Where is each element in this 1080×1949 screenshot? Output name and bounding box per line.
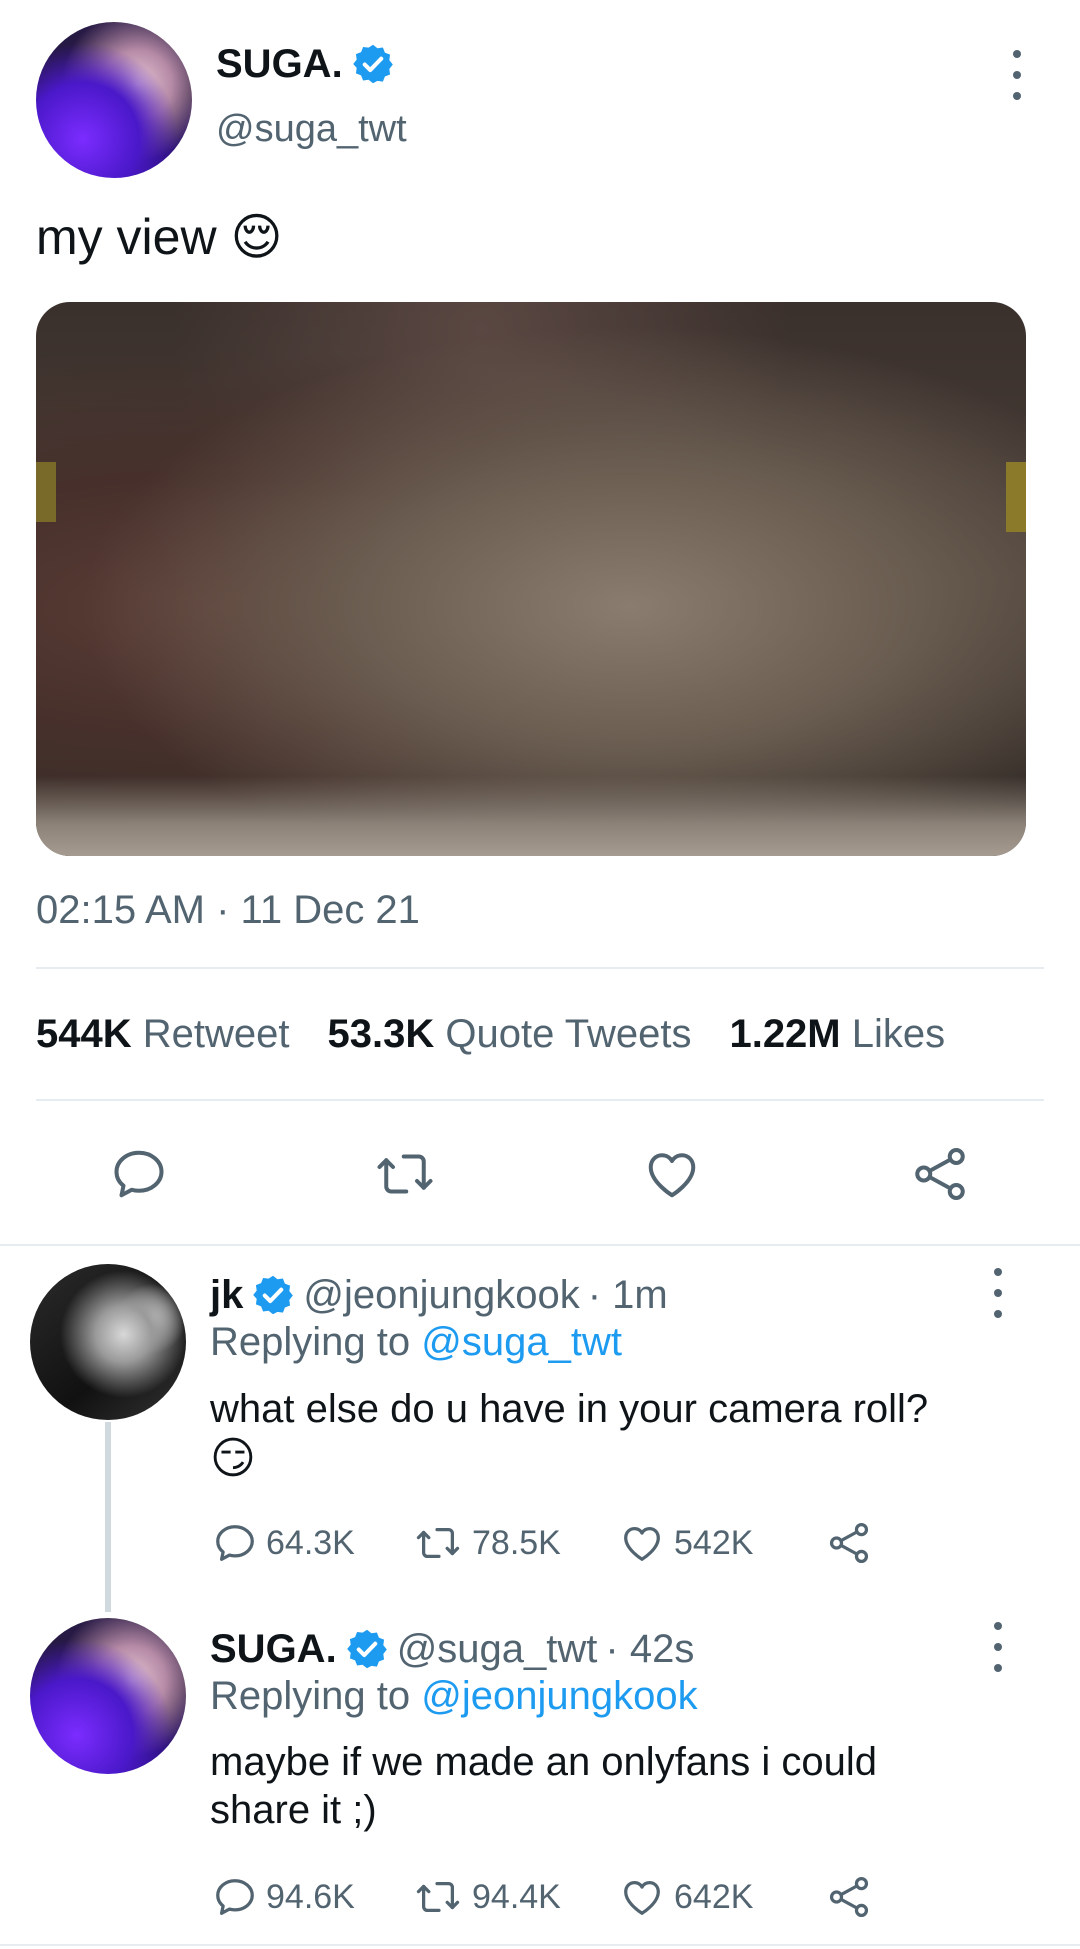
thread-connector-line <box>105 1422 111 1612</box>
reply-count-button[interactable]: 64.3K <box>212 1520 355 1566</box>
replying-to-handle[interactable]: @suga_twt <box>421 1320 622 1364</box>
reply-text-line: 😏 <box>210 1434 256 1483</box>
retweet-count: 94.4K <box>472 1877 561 1916</box>
retweet-count: 544K <box>36 1012 132 1056</box>
reply-avatar-jk[interactable] <box>30 1264 186 1420</box>
reply-time[interactable]: · 1m <box>588 1273 668 1318</box>
like-icon <box>624 1526 660 1561</box>
retweet-count-button[interactable]: 78.5K <box>412 1520 561 1566</box>
retweet-icon <box>416 1527 460 1559</box>
verified-badge-icon <box>352 44 393 84</box>
retweet-count: 78.5K <box>472 1523 561 1562</box>
retweet-stat[interactable]: 544K Retweet <box>36 1012 290 1057</box>
author-name[interactable]: SUGA. <box>216 42 343 87</box>
thread-divider <box>0 1244 1080 1246</box>
divider <box>36 967 1044 969</box>
replying-to-label: Replying to <box>210 1674 411 1718</box>
like-button[interactable] <box>640 1144 704 1204</box>
retweet-button[interactable] <box>372 1144 438 1204</box>
like-count-button[interactable]: 542K <box>618 1520 753 1566</box>
quote-stat[interactable]: 53.3K Quote Tweets <box>328 1012 692 1057</box>
replying-to-line: Replying to @suga_twt <box>210 1320 622 1365</box>
author-name-row[interactable]: SUGA. <box>216 38 395 90</box>
reply-header: jk @jeonjungkook · 1m <box>210 1270 668 1320</box>
reply-author-name[interactable]: SUGA. <box>210 1627 337 1672</box>
reply-text: maybe if we made an onlyfans i could sha… <box>210 1738 877 1834</box>
more-options-icon[interactable] <box>978 1622 1018 1672</box>
tweet-timestamp[interactable]: 02:15 AM · 11 Dec 21 <box>36 888 420 933</box>
tweet-media-image[interactable] <box>36 302 1026 856</box>
likes-label: Likes <box>851 1012 946 1056</box>
like-count-button[interactable]: 642K <box>618 1874 753 1920</box>
reply-time[interactable]: · 42s <box>605 1627 694 1672</box>
reply-count: 94.6K <box>266 1877 355 1916</box>
reply-icon <box>216 1525 254 1561</box>
replying-to-label: Replying to <box>210 1320 411 1364</box>
reply-icon <box>114 1150 164 1198</box>
like-icon <box>648 1153 696 1198</box>
likes-stat[interactable]: 1.22M Likes <box>729 1012 945 1057</box>
like-icon <box>624 1880 660 1915</box>
reply-count-button[interactable]: 94.6K <box>212 1874 355 1920</box>
verified-badge-icon <box>346 1629 387 1669</box>
reply-text-line: what else do u have in your camera roll? <box>210 1387 929 1431</box>
author-handle[interactable]: @suga_twt <box>216 108 407 151</box>
replying-to-handle[interactable]: @jeonjungkook <box>421 1674 697 1718</box>
like-count: 642K <box>674 1877 754 1916</box>
verified-badge-icon <box>253 1275 294 1315</box>
quote-count: 53.3K <box>327 1012 435 1056</box>
like-count: 542K <box>674 1523 754 1562</box>
reply-icon <box>216 1879 254 1915</box>
share-icon <box>829 1522 869 1564</box>
more-options-icon[interactable] <box>997 50 1037 100</box>
media-yellow-light <box>1006 462 1026 532</box>
media-yellow-light-left <box>36 462 56 522</box>
replying-to-line: Replying to @jeonjungkook <box>210 1674 698 1719</box>
share-icon <box>829 1876 869 1918</box>
more-options-icon[interactable] <box>978 1268 1018 1318</box>
quote-label: Quote Tweets <box>445 1012 692 1056</box>
retweet-label: Retweet <box>142 1012 290 1056</box>
reply-text-line: share it ;) <box>210 1788 377 1832</box>
share-button[interactable] <box>910 1144 970 1204</box>
share-button[interactable] <box>826 1874 872 1920</box>
reply-text-line: maybe if we made an onlyfans i could <box>210 1740 878 1784</box>
reply-author-handle[interactable]: @jeonjungkook <box>303 1273 579 1318</box>
share-button[interactable] <box>826 1520 872 1566</box>
reply-count: 64.3K <box>266 1523 355 1562</box>
retweet-icon <box>377 1154 433 1194</box>
reply-author-handle[interactable]: @suga_twt <box>397 1627 598 1672</box>
reply-author-name[interactable]: jk <box>210 1273 243 1318</box>
bottom-divider <box>0 1944 1080 1946</box>
share-icon <box>915 1148 965 1200</box>
author-avatar[interactable] <box>36 22 192 178</box>
reply-text: what else do u have in your camera roll?… <box>210 1384 928 1484</box>
retweet-icon <box>416 1881 460 1913</box>
tweet-stats-row: 544K Retweet 53.3K Quote Tweets 1.22M Li… <box>36 1012 945 1057</box>
reply-header: SUGA. @suga_twt · 42s <box>210 1624 694 1674</box>
divider <box>36 1099 1044 1101</box>
media-bedsheet <box>36 776 1026 856</box>
tweet-text: my view 😌 <box>36 209 283 265</box>
reply-avatar-suga[interactable] <box>30 1618 186 1774</box>
likes-count: 1.22M <box>729 1012 841 1056</box>
retweet-count-button[interactable]: 94.4K <box>412 1874 561 1920</box>
reply-button[interactable] <box>108 1144 170 1204</box>
